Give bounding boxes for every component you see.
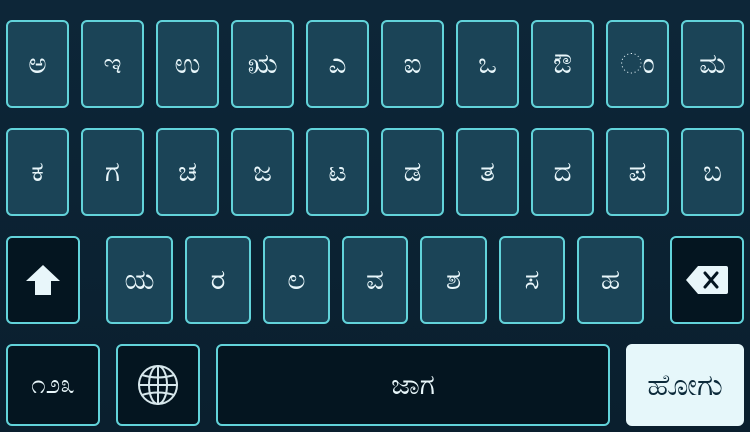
key-ga[interactable]: ಗ <box>81 128 144 216</box>
numbers-key[interactable]: ೧೨೩ <box>6 344 100 426</box>
shift-arrow-icon <box>24 263 62 297</box>
key-ai[interactable]: ಐ <box>381 20 444 108</box>
key-ru[interactable]: ಋ <box>231 20 294 108</box>
key-ba[interactable]: ಬ <box>681 128 744 216</box>
key-ta[interactable]: ತ <box>456 128 519 216</box>
backspace-icon <box>684 264 730 296</box>
key-ra[interactable]: ರ <box>185 236 251 324</box>
key-tta[interactable]: ಟ <box>306 128 369 216</box>
key-ka[interactable]: ಕ <box>6 128 69 216</box>
key-da[interactable]: ದ <box>531 128 594 216</box>
key-pa[interactable]: ಪ <box>606 128 669 216</box>
space-bar[interactable]: ಜಾಗ <box>216 344 610 426</box>
key-cha[interactable]: ಚ <box>156 128 219 216</box>
key-sha[interactable]: ಶ <box>420 236 487 324</box>
key-ya[interactable]: ಯ <box>106 236 173 324</box>
backspace-key[interactable] <box>670 236 744 324</box>
key-dda[interactable]: ಡ <box>381 128 444 216</box>
key-i[interactable]: ಇ <box>81 20 144 108</box>
key-e[interactable]: ಎ <box>306 20 369 108</box>
language-key[interactable] <box>116 344 200 426</box>
key-u[interactable]: ಉ <box>156 20 219 108</box>
enter-key[interactable]: ಹೋಗು <box>626 344 744 426</box>
key-anusvara[interactable]: ಂ <box>606 20 669 108</box>
key-a[interactable]: ಅ <box>6 20 69 108</box>
key-ja[interactable]: ಜ <box>231 128 294 216</box>
key-la[interactable]: ಲ <box>263 236 330 324</box>
key-ha[interactable]: ಹ <box>577 236 644 324</box>
key-va[interactable]: ವ <box>342 236 408 324</box>
globe-icon <box>136 363 180 407</box>
key-o[interactable]: ಒ <box>456 20 519 108</box>
key-ma[interactable]: ಮ <box>681 20 744 108</box>
key-au[interactable]: ಔ <box>531 20 594 108</box>
shift-key[interactable] <box>6 236 80 324</box>
soft-keyboard: ಅ ಇ ಉ ಋ ಎ ಐ ಒ ಔ ಂ ಮ ಕ ಗ ಚ ಜ ಟ ಡ ತ ದ ಪ ಬ … <box>0 0 750 432</box>
key-sa[interactable]: ಸ <box>499 236 565 324</box>
